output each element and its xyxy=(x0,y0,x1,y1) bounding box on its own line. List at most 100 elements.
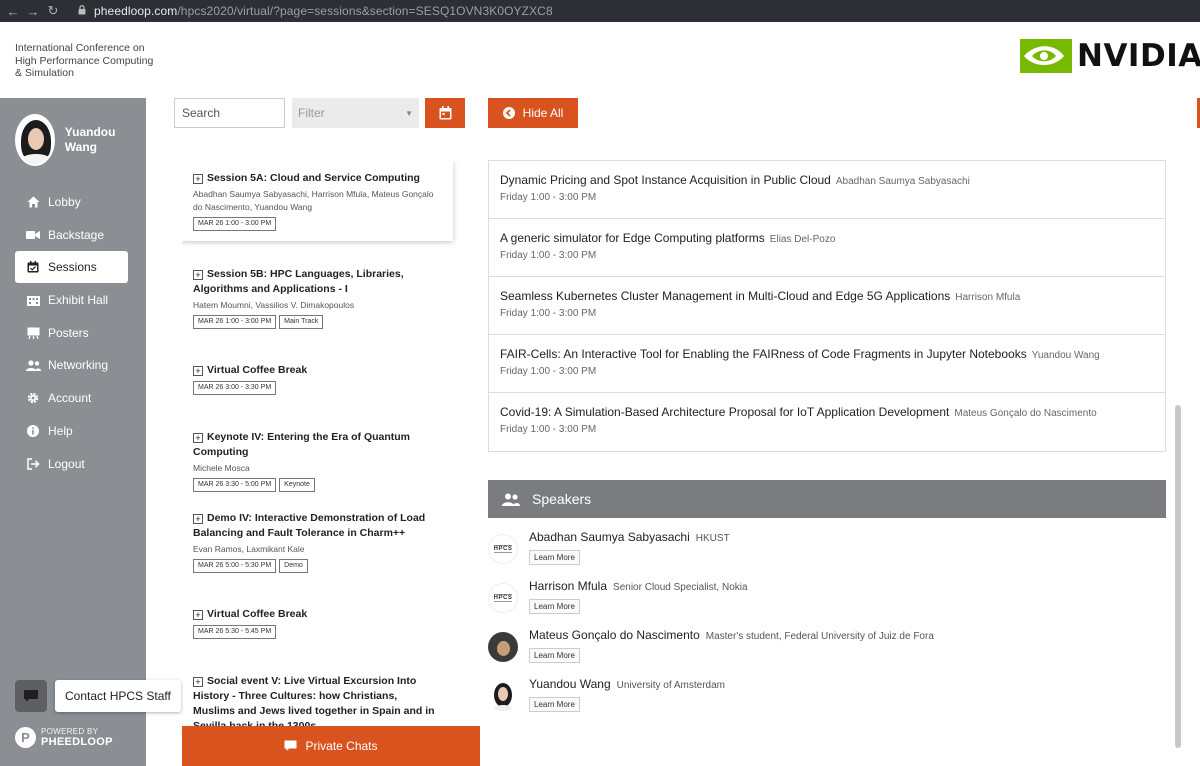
conference-title[interactable]: International Conference on High Perform… xyxy=(15,42,155,80)
avatar xyxy=(15,114,55,166)
speaker-avatar xyxy=(488,632,518,662)
learn-more-button[interactable]: Learn More xyxy=(529,697,580,712)
speaker-affiliation: Senior Cloud Specialist, Nokia xyxy=(613,582,748,593)
session-card[interactable]: + Virtual Coffee Break MAR 26 3:00 - 3:30… xyxy=(182,353,453,405)
sidebar-item-label: Backstage xyxy=(48,227,105,242)
session-card[interactable]: + Virtual Coffee Break MAR 26 5:30 - 5:45… xyxy=(182,597,453,649)
talk-time: Friday 1:00 - 3:00 PM xyxy=(500,192,597,203)
session-title: Session 5B: HPC Languages, Libraries, Al… xyxy=(193,268,404,295)
session-people: Evan Ramos, Laxmikant Kale xyxy=(193,544,305,554)
private-chats-label: Private Chats xyxy=(305,739,378,753)
sidebar-item-posters[interactable]: Posters xyxy=(15,317,128,349)
session-title: Virtual Coffee Break xyxy=(207,364,308,376)
expand-icon[interactable]: + xyxy=(193,270,203,280)
sidebar-item-label: Lobby xyxy=(48,195,81,209)
search-input[interactable]: Search xyxy=(174,98,285,128)
sidebar-item-label: Posters xyxy=(48,325,89,340)
pheedloop-logo-icon: P xyxy=(15,726,36,748)
talk-title: FAIR-Cells: An Interactive Tool for Enab… xyxy=(500,347,1027,361)
learn-more-button[interactable]: Learn More xyxy=(529,648,580,663)
info-icon xyxy=(25,424,41,437)
back-icon[interactable]: ← xyxy=(6,4,20,19)
talk-speaker: Harrison Mfula xyxy=(955,292,1021,303)
private-chats-button[interactable]: Private Chats xyxy=(182,726,480,766)
learn-more-button[interactable]: Learn More xyxy=(529,550,580,565)
sidebar-item-exhibit-hall[interactable]: Exhibit Hall xyxy=(15,284,128,316)
sidebar-item-networking[interactable]: Networking xyxy=(15,349,128,381)
expand-icon[interactable]: + xyxy=(193,514,203,524)
session-track-tag: Demo xyxy=(279,559,308,573)
expand-icon[interactable]: + xyxy=(193,174,203,184)
sidebar-item-label: Sessions xyxy=(48,260,97,275)
hide-all-button[interactable]: Hide All xyxy=(488,98,578,128)
calendar-button[interactable] xyxy=(425,98,465,128)
sidebar-item-account[interactable]: Account xyxy=(15,382,128,414)
talk-title: Covid-19: A Simulation-Based Architectur… xyxy=(500,405,950,419)
speaker-affiliation: University of Amsterdam xyxy=(616,680,725,691)
session-card[interactable]: + Social event V: Live Virtual Excursion … xyxy=(182,664,453,726)
chat-button[interactable] xyxy=(15,680,47,712)
session-title: Session 5A: Cloud and Service Computing xyxy=(207,172,420,184)
expand-icon[interactable]: + xyxy=(193,677,203,687)
session-list: + Session 5A: Cloud and Service Computing… xyxy=(182,161,457,726)
sidebar-item-label: Account xyxy=(48,391,92,406)
session-time-tag: MAR 26 3:30 - 5:00 PM xyxy=(193,478,277,492)
speaker-affiliation: HKUST xyxy=(695,533,730,544)
sidebar-item-lobby[interactable]: Lobby xyxy=(15,186,128,218)
expand-icon[interactable]: + xyxy=(193,366,203,376)
talk-time: Friday 1:00 - 3:00 PM xyxy=(500,366,597,377)
chevron-left-circle-icon xyxy=(502,107,515,119)
session-people: Abadhan Saumya Sabyasachi, Harrison Mful… xyxy=(193,189,434,212)
talk-speaker: Mateus Gonçalo do Nascimento xyxy=(954,408,1097,419)
session-card[interactable]: + Session 5A: Cloud and Service Computing… xyxy=(182,161,453,241)
reload-icon[interactable]: ↻ xyxy=(46,3,60,19)
talk-time: Friday 1:00 - 3:00 PM xyxy=(500,424,597,435)
url-path: /hpcs2020/virtual/?page=sessions&section… xyxy=(177,4,553,18)
talk-item[interactable]: Dynamic Pricing and Spot Instance Acquis… xyxy=(489,161,1165,219)
nvidia-eye-icon xyxy=(1020,39,1072,73)
sidebar-item-help[interactable]: Help xyxy=(15,415,128,447)
browser-toolbar: ← → ↻ pheedloop.com/hpcs2020/virtual/?pa… xyxy=(0,0,1200,22)
session-people: Hatem Moumni, Vassilios V. Dimakopoulos xyxy=(193,300,355,310)
sponsor-logo[interactable]: NVIDIA xyxy=(1020,38,1200,74)
speaker-item: Yuandou Wang University of Amsterdam Lear… xyxy=(488,675,1166,719)
session-card[interactable]: + Keynote IV: Entering the Era of Quantum… xyxy=(182,420,453,502)
session-card[interactable]: + Session 5B: HPC Languages, Libraries, A… xyxy=(182,257,453,339)
talk-item[interactable]: Covid-19: A Simulation-Based Architectur… xyxy=(489,393,1165,451)
sidebar-item-logout[interactable]: Logout xyxy=(15,448,128,480)
sidebar-item-label: Exhibit Hall xyxy=(48,293,109,308)
user-profile[interactable]: Yuandou Wang xyxy=(15,114,146,166)
talk-title: Dynamic Pricing and Spot Instance Acquis… xyxy=(500,173,831,187)
filter-select[interactable]: Filter ▼ xyxy=(292,98,419,128)
talk-item[interactable]: Seamless Kubernetes Cluster Management i… xyxy=(489,277,1165,335)
home-icon xyxy=(25,196,41,208)
url-host: pheedloop.com xyxy=(94,4,178,18)
speaker-name: Abadhan Saumya Sabyasachi xyxy=(529,530,690,544)
powered-by-badge[interactable]: P POWERED BY PHEEDLOOP xyxy=(15,726,113,748)
users-icon xyxy=(502,493,520,506)
sidebar-item-sessions[interactable]: Sessions xyxy=(15,251,128,284)
address-bar[interactable]: pheedloop.com/hpcs2020/virtual/?page=ses… xyxy=(94,4,553,18)
expand-icon[interactable]: + xyxy=(193,433,203,443)
session-time-tag: MAR 26 3:00 - 3:30 PM xyxy=(193,381,277,395)
forward-icon[interactable]: → xyxy=(26,4,40,19)
hide-all-label: Hide All xyxy=(522,106,564,120)
talk-item[interactable]: A generic simulator for Edge Computing p… xyxy=(489,219,1165,277)
page-header: International Conference on High Perform… xyxy=(0,22,1200,98)
sidebar: Yuandou Wang Lobby Backstage Sessions Ex… xyxy=(0,98,146,766)
speakers-header: Speakers xyxy=(488,480,1166,518)
talk-time: Friday 1:00 - 3:00 PM xyxy=(500,308,597,319)
contact-staff-label[interactable]: Contact HPCS Staff xyxy=(55,680,181,712)
learn-more-button[interactable]: Learn More xyxy=(529,599,580,614)
speaker-name: Harrison Mfula xyxy=(529,579,608,593)
talk-item[interactable]: FAIR-Cells: An Interactive Tool for Enab… xyxy=(489,335,1165,393)
sidebar-item-backstage[interactable]: Backstage xyxy=(15,219,128,251)
expand-icon[interactable]: + xyxy=(193,610,203,620)
scrollbar[interactable] xyxy=(1175,405,1181,748)
session-track-tag: Keynote xyxy=(279,478,315,492)
session-card[interactable]: + Demo IV: Interactive Demonstration of L… xyxy=(182,501,453,583)
talk-speaker: Yuandou Wang xyxy=(1031,350,1100,361)
speaker-name: Yuandou Wang xyxy=(529,677,611,691)
talk-list: Dynamic Pricing and Spot Instance Acquis… xyxy=(488,160,1166,452)
talk-speaker: Abadhan Saumya Sabyasachi xyxy=(835,176,970,187)
